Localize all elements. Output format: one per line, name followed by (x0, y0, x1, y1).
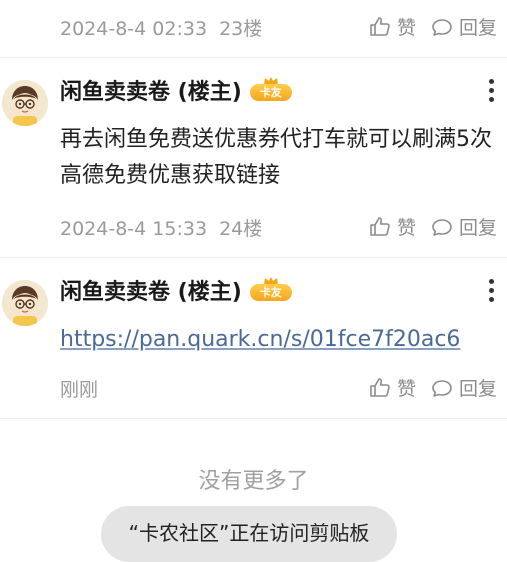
like-label: 赞 (396, 378, 416, 400)
reply-meta: 2024-8-4 02:33 23楼 (60, 14, 262, 41)
avatar[interactable] (2, 80, 48, 126)
reply-timestamp: 2024-8-4 15:33 (60, 218, 208, 240)
author-row: 闲鱼卖卖卷 (楼主) 卡友 (60, 274, 292, 306)
thumbs-up-icon (370, 16, 390, 36)
reply-timestamp: 2024-8-4 02:33 (60, 18, 208, 40)
thumbs-up-icon (370, 377, 390, 397)
comment-icon (432, 379, 452, 397)
reply-timestamp: 刚刚 (60, 379, 99, 401)
user-badge-label: 卡友 (249, 84, 292, 101)
user-badge: 卡友 (249, 277, 292, 302)
divider (0, 418, 507, 419)
reply-button[interactable]: 回复 (430, 213, 497, 240)
comment-icon (432, 218, 452, 236)
reply-floor: 23楼 (219, 18, 263, 40)
comment-icon (432, 18, 452, 36)
avatar[interactable] (2, 280, 48, 326)
user-badge: 卡友 (249, 77, 292, 102)
more-options-icon[interactable] (489, 279, 495, 302)
reply-button[interactable]: 回复 (430, 374, 497, 401)
reply-button[interactable]: 回复 (430, 13, 497, 40)
reply-latest: 闲鱼卖卖卷 (楼主) 卡友 https://pan.quark.cn/s/01f… (0, 258, 507, 418)
reply-label: 回复 (458, 378, 497, 400)
author-row: 闲鱼卖卖卷 (楼主) 卡友 (60, 74, 292, 106)
reply-label: 回复 (458, 17, 497, 39)
reply-floor: 24楼 (219, 218, 263, 240)
reply-label: 回复 (458, 217, 497, 239)
more-options-icon[interactable] (489, 79, 495, 102)
like-label: 赞 (396, 217, 416, 239)
reply-24: 闲鱼卖卖卷 (楼主) 卡友 再去闲鱼免费送优惠券代打车就可以刷满5次 高德免费优… (0, 58, 507, 256)
like-button[interactable]: 赞 (368, 13, 416, 40)
reply-23: 2024-8-4 02:33 23楼 赞 回复 (0, 0, 507, 57)
reply-link[interactable]: https://pan.quark.cn/s/01fce7f20ac6 (60, 327, 460, 352)
thumbs-up-icon (370, 216, 390, 236)
user-badge-label: 卡友 (249, 284, 292, 301)
reply-meta: 刚刚 (60, 375, 98, 402)
like-label: 赞 (396, 17, 416, 39)
author-name[interactable]: 闲鱼卖卖卷 (楼主) (60, 74, 242, 106)
like-button[interactable]: 赞 (368, 374, 416, 401)
clipboard-toast: “卡农社区”正在访问剪贴板 (101, 506, 397, 562)
reply-content: https://pan.quark.cn/s/01fce7f20ac6 (60, 322, 500, 358)
no-more-text: 没有更多了 (198, 469, 309, 494)
reply-content: 再去闲鱼免费送优惠券代打车就可以刷满5次 高德免费优惠获取链接 (60, 127, 492, 188)
like-button[interactable]: 赞 (368, 213, 416, 240)
author-name[interactable]: 闲鱼卖卖卷 (楼主) (60, 274, 242, 306)
reply-meta: 2024-8-4 15:33 24楼 (60, 214, 262, 241)
